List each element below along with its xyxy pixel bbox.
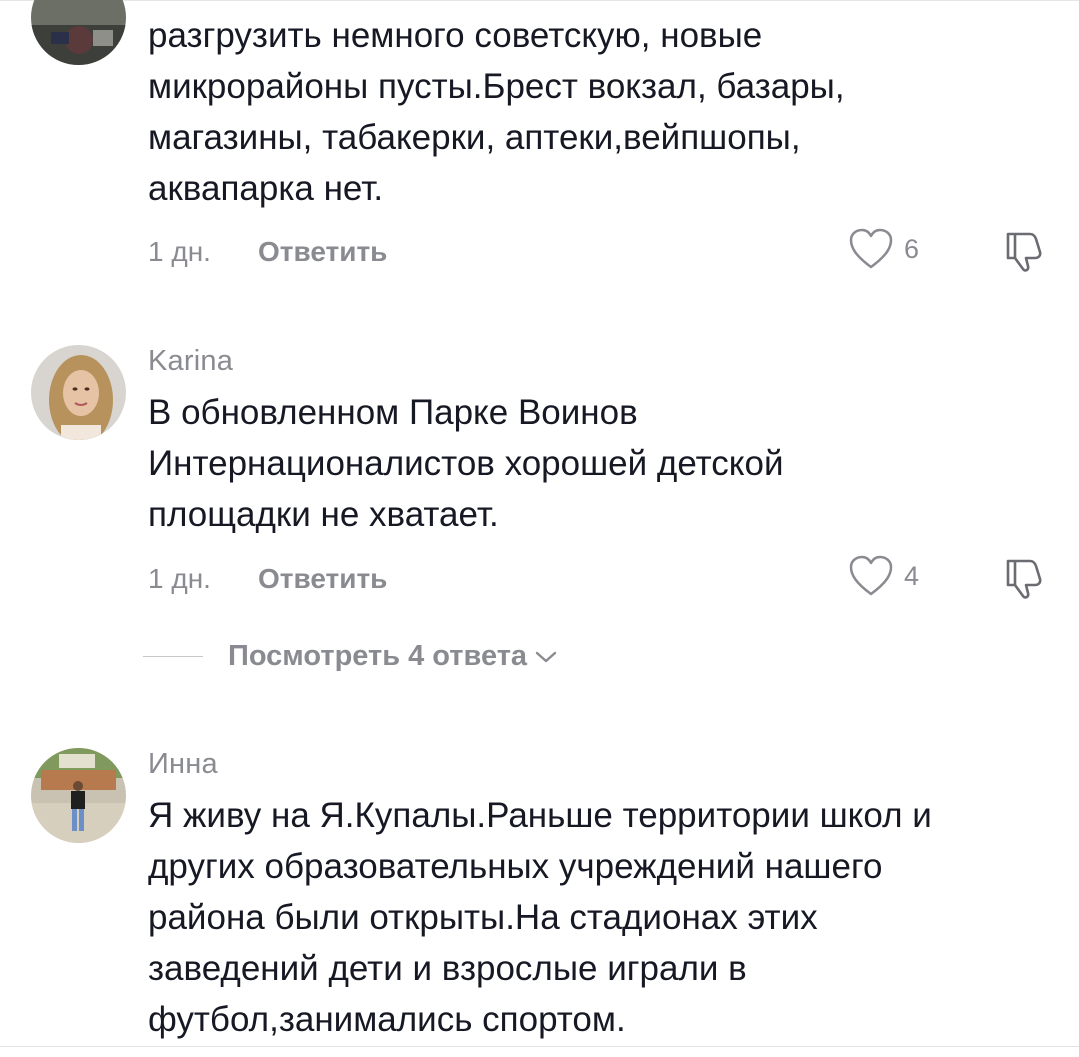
user-avatar-dark-photo-icon [31, 0, 126, 65]
heart-outline-icon [849, 228, 893, 269]
dislike-button[interactable] [1000, 228, 1046, 279]
reply-button[interactable]: Ответить [258, 236, 387, 268]
like-button[interactable]: 4 [848, 555, 919, 597]
thumbs-down-icon [1006, 232, 1042, 272]
comment-time: 1 дн. [148, 236, 211, 267]
comment-author[interactable]: Инна [148, 748, 218, 781]
heart-outline-icon [849, 555, 893, 596]
comment-meta: 1 дн. Ответить 4 [148, 555, 1048, 603]
divider-dash [143, 656, 203, 657]
reply-button[interactable]: Ответить [258, 563, 387, 595]
comment-meta: 1 дн. Ответить 6 [148, 228, 1048, 276]
user-avatar-outdoor-photo-icon [31, 748, 126, 843]
dislike-button[interactable] [1000, 555, 1046, 606]
chevron-down-icon [535, 651, 557, 662]
view-replies-button[interactable]: Посмотреть 4 ответа [143, 640, 559, 673]
top-divider [0, 0, 1079, 1]
view-replies-label: Посмотреть 4 ответа [228, 640, 528, 672]
avatar[interactable] [31, 345, 126, 440]
like-button[interactable]: 6 [848, 228, 919, 270]
thumbs-down-icon [1006, 559, 1042, 599]
comment-text: разгрузить немного советскую, новые микр… [148, 16, 845, 208]
like-count: 4 [904, 560, 920, 591]
like-count: 6 [904, 233, 920, 264]
comment-text: Я живу на Я.Купалы.Раньше территории шко… [148, 796, 932, 1039]
user-avatar-woman-photo-icon [31, 345, 126, 440]
comment-text: В обновленном Парке Воинов Интернационал… [148, 393, 784, 534]
avatar[interactable] [31, 748, 126, 843]
avatar[interactable] [31, 0, 126, 65]
comment-author[interactable]: Karina [148, 345, 233, 378]
comment-time: 1 дн. [148, 563, 211, 594]
bottom-divider [0, 1046, 1079, 1047]
